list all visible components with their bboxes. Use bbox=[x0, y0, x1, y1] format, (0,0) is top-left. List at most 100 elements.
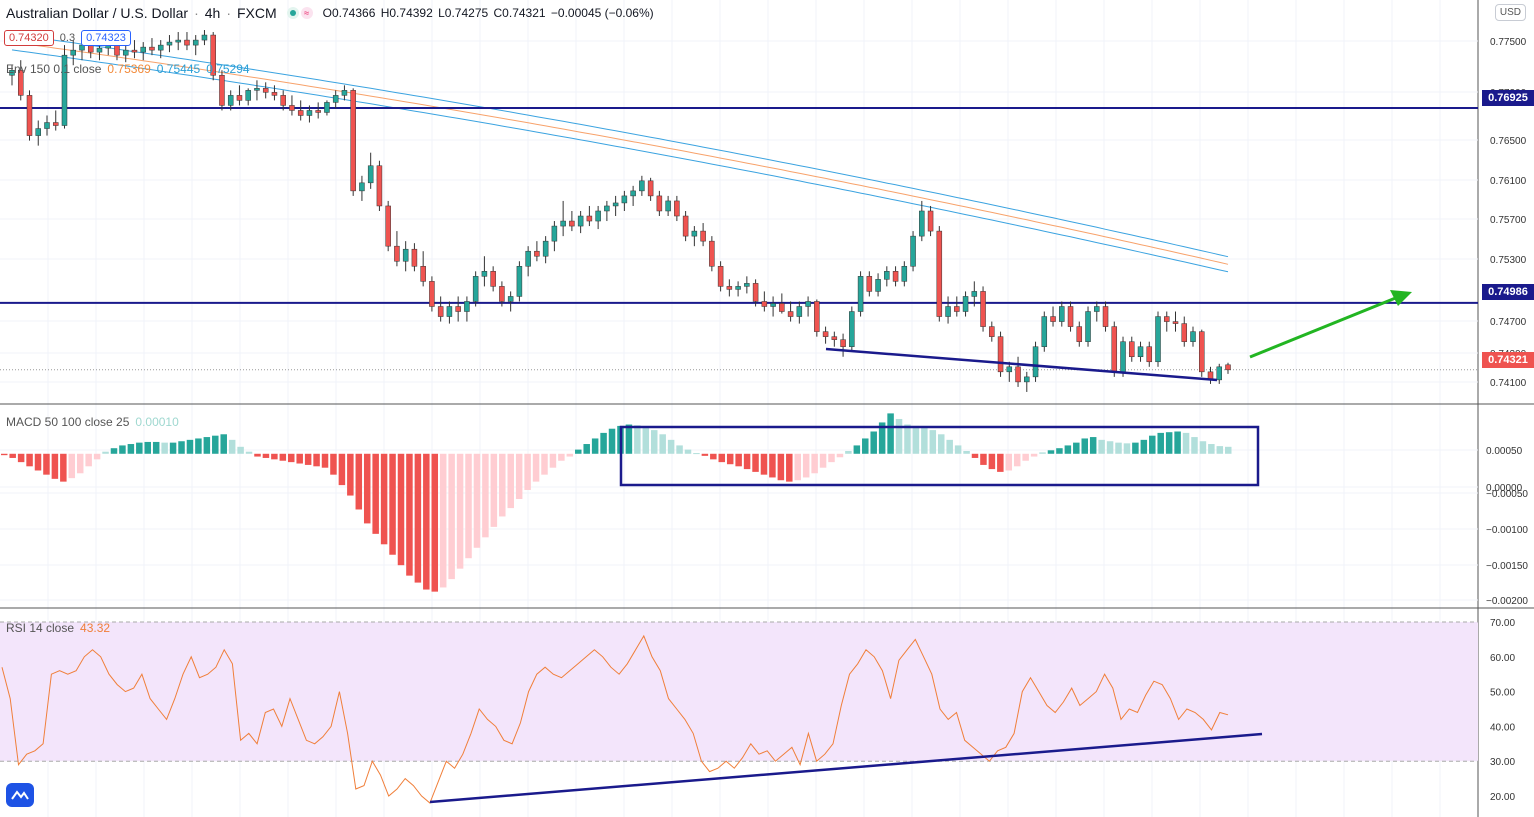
candle bbox=[735, 286, 741, 290]
candle bbox=[1181, 323, 1188, 342]
spread-value: 0.3 bbox=[59, 32, 76, 44]
macd-bar bbox=[1081, 438, 1088, 454]
macd-bar bbox=[845, 450, 852, 454]
candle bbox=[1164, 316, 1170, 322]
macd-bar bbox=[676, 445, 683, 454]
candle bbox=[516, 266, 523, 297]
candle bbox=[665, 200, 671, 212]
candle bbox=[849, 311, 855, 347]
chart-canvas[interactable]: 0.775000.773000.765000.761000.757000.753… bbox=[0, 0, 1534, 817]
macd-bar bbox=[726, 453, 734, 465]
candle bbox=[437, 306, 444, 317]
macd-bar bbox=[819, 453, 827, 468]
candle bbox=[350, 90, 356, 192]
macd-bar bbox=[1149, 435, 1156, 454]
currency-button[interactable]: USD bbox=[1494, 4, 1526, 21]
candle bbox=[472, 276, 479, 302]
env-upper-value: 0.75445 bbox=[156, 62, 201, 76]
symbol-legend: Australian Dollar / U.S. Dollar · 4h · F… bbox=[6, 5, 654, 21]
candle bbox=[367, 165, 374, 184]
candle bbox=[114, 44, 120, 56]
candle bbox=[805, 301, 811, 307]
macd-bar bbox=[937, 434, 945, 454]
macd-bar bbox=[887, 413, 894, 454]
macd-bar bbox=[1, 453, 8, 456]
interval-label[interactable]: 4h bbox=[205, 5, 221, 21]
macd-bar bbox=[17, 453, 25, 463]
candle bbox=[700, 230, 706, 242]
macd-bar bbox=[51, 453, 59, 479]
env-legend[interactable]: Env 150 0.1 close 0.75369 0.75445 0.7529… bbox=[6, 62, 250, 76]
macd-bar bbox=[684, 449, 692, 454]
macd-bar bbox=[34, 453, 42, 471]
candle bbox=[997, 336, 1004, 373]
candle bbox=[280, 95, 286, 106]
macd-value: 0.00010 bbox=[135, 415, 179, 429]
macd-bar bbox=[904, 424, 911, 454]
candle bbox=[201, 34, 208, 41]
candle bbox=[402, 248, 409, 262]
macd-bar bbox=[743, 453, 751, 470]
macd-bar bbox=[1005, 453, 1013, 471]
candle bbox=[481, 271, 488, 277]
candle bbox=[507, 296, 514, 302]
price-axis-tick: 0.76100 bbox=[1490, 176, 1527, 187]
candle bbox=[227, 95, 234, 106]
rsi-axis-tick: 30.00 bbox=[1490, 757, 1515, 768]
tradingview-logo-icon[interactable] bbox=[6, 783, 34, 807]
macd-bar bbox=[338, 453, 346, 486]
macd-bar bbox=[988, 453, 996, 470]
candle bbox=[814, 301, 820, 332]
price-axis-tick: 0.74100 bbox=[1490, 378, 1527, 389]
macd-bar bbox=[43, 453, 50, 475]
candle bbox=[604, 205, 610, 212]
macd-bar bbox=[954, 445, 962, 454]
candle bbox=[1102, 306, 1109, 327]
candle bbox=[857, 276, 864, 312]
last-price-tag: 0.74321 bbox=[1482, 352, 1534, 368]
macd-bar bbox=[752, 453, 759, 472]
macd-bar bbox=[1115, 442, 1122, 454]
macd-bar bbox=[650, 430, 658, 454]
candle bbox=[1015, 366, 1021, 383]
macd-bar bbox=[1056, 448, 1063, 454]
macd-bar bbox=[811, 453, 818, 474]
macd-bar bbox=[786, 453, 793, 482]
candle bbox=[192, 39, 199, 46]
macd-bar bbox=[499, 453, 506, 517]
rsi-legend[interactable]: RSI 14 close 43.32 bbox=[6, 621, 110, 635]
macd-bar bbox=[549, 453, 557, 468]
macd-bar bbox=[566, 453, 574, 457]
candle bbox=[534, 250, 540, 257]
macd-bar bbox=[1039, 452, 1046, 454]
macd-bar bbox=[1216, 446, 1224, 454]
candle bbox=[612, 202, 619, 207]
macd-bar bbox=[541, 453, 548, 475]
macd-bar bbox=[490, 453, 498, 527]
rsi-label: RSI 14 close bbox=[6, 621, 75, 635]
macd-bar bbox=[119, 445, 126, 454]
candle bbox=[1067, 306, 1074, 327]
macd-bar bbox=[1030, 453, 1038, 457]
macd-bar bbox=[828, 453, 835, 463]
macd-bar bbox=[583, 444, 590, 454]
candle bbox=[569, 220, 575, 227]
candle bbox=[717, 266, 724, 287]
price-axis-tick: 0.76500 bbox=[1490, 136, 1527, 147]
macd-bar bbox=[659, 434, 666, 454]
candle bbox=[26, 95, 33, 136]
candle bbox=[254, 88, 260, 91]
candle bbox=[831, 336, 838, 340]
macd-bar bbox=[439, 453, 447, 588]
macd-bar bbox=[76, 453, 84, 474]
macd-bar bbox=[1098, 439, 1105, 454]
buy-button[interactable]: 0.74323 bbox=[81, 30, 131, 46]
candle bbox=[140, 46, 146, 53]
exchange-label: FXCM bbox=[236, 5, 277, 21]
macd-bar bbox=[760, 453, 768, 475]
macd-legend[interactable]: MACD 50 100 close 25 0.00010 bbox=[6, 415, 179, 429]
candle bbox=[551, 225, 558, 242]
env-lower-line bbox=[11, 49, 1229, 273]
sell-button[interactable]: 0.74320 bbox=[4, 30, 54, 46]
macd-bar bbox=[330, 453, 337, 475]
